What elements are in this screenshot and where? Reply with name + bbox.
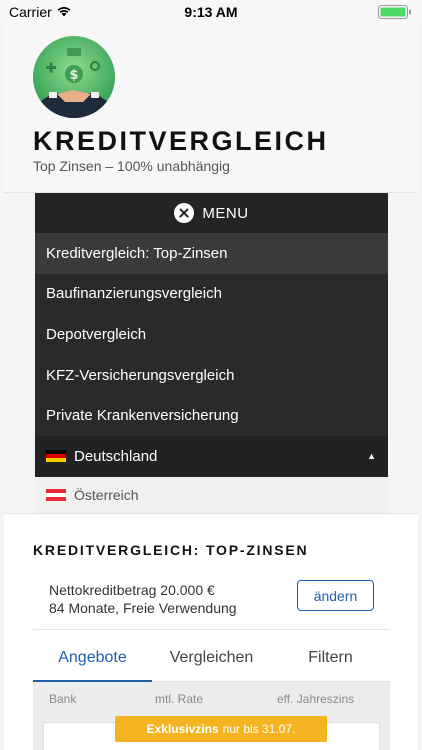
badge-bold-text: Exklusivzins <box>146 722 219 736</box>
austria-flag-icon <box>46 488 66 501</box>
tab-filtern[interactable]: Filtern <box>271 634 390 681</box>
clock: 9:13 AM <box>184 4 238 20</box>
close-icon <box>174 203 195 223</box>
menu-toggle-button[interactable]: MENU <box>35 193 388 233</box>
menu-item-label: Depotvergleich <box>46 325 147 343</box>
loan-summary-card: Nettokreditbetrag 20.000 € 84 Monate, Fr… <box>33 566 390 630</box>
badge-text: nur bis 31.07. <box>222 722 296 736</box>
section-title: KREDITVERGLEICH: TOP-ZINSEN <box>33 542 309 558</box>
menu-item-label: Private Krankenversicherung <box>46 407 239 425</box>
menu-item-kreditvergleich[interactable]: Kreditvergleich: Top-Zinsen <box>35 233 388 274</box>
site-tagline: Top Zinsen – 100% unabhängig <box>33 158 230 174</box>
menu-toggle-label: MENU <box>202 204 249 222</box>
loan-terms: 84 Monate, Freie Verwendung <box>49 600 237 616</box>
site-logo[interactable]: $ <box>33 36 115 118</box>
menu-item-label: Baufinanzierungsvergleich <box>46 285 222 303</box>
battery-icon <box>378 5 411 19</box>
menu-item-label: Kreditvergleich: Top-Zinsen <box>46 244 228 262</box>
main-menu: MENU Kreditvergleich: Top-Zinsen Baufina… <box>35 193 388 513</box>
language-selector[interactable]: Deutschland ▲ <box>35 435 388 477</box>
column-header-rate: mtl. Rate <box>155 692 204 706</box>
handshake-logo-icon: $ <box>33 48 115 118</box>
tab-angebote[interactable]: Angebote <box>33 634 152 682</box>
exclusive-rate-badge: Exklusivzins nur bis 31.07. <box>115 716 327 742</box>
menu-item-kfz[interactable]: KFZ-Versicherungsvergleich <box>35 354 388 396</box>
language-option-austria[interactable]: Österreich <box>35 476 388 513</box>
menu-item-label: KFZ-Versicherungsvergleich <box>46 366 235 384</box>
svg-text:$: $ <box>69 68 78 83</box>
result-tabs: Angebote Vergleichen Filtern <box>33 634 390 682</box>
main-content: KREDITVERGLEICH: TOP-ZINSEN Nettokreditb… <box>4 514 418 750</box>
column-header-bank: Bank <box>49 692 77 706</box>
loan-amount: Nettokreditbetrag 20.000 € <box>49 582 215 598</box>
language-option-label: Österreich <box>74 486 139 503</box>
site-header: $ KREDITVERGLEICH Top Zinsen – 100% unab… <box>4 24 418 192</box>
tab-vergleichen[interactable]: Vergleichen <box>152 634 271 681</box>
status-bar: Carrier 9:13 AM <box>0 0 422 24</box>
site-title[interactable]: KREDITVERGLEICH <box>33 126 329 157</box>
menu-item-pkv[interactable]: Private Krankenversicherung <box>35 395 388 436</box>
menu-item-baufinanzierung[interactable]: Baufinanzierungsvergleich <box>35 273 388 315</box>
offers-table: Bank mtl. Rate eff. Jahreszins Exklusivz… <box>33 682 390 750</box>
change-button[interactable]: ändern <box>297 580 374 611</box>
menu-item-depot[interactable]: Depotvergleich <box>35 314 388 355</box>
language-current: Deutschland <box>74 447 158 465</box>
caret-up-icon: ▲ <box>367 451 376 462</box>
column-header-apr: eff. Jahreszins <box>277 692 355 706</box>
germany-flag-icon <box>46 450 66 463</box>
